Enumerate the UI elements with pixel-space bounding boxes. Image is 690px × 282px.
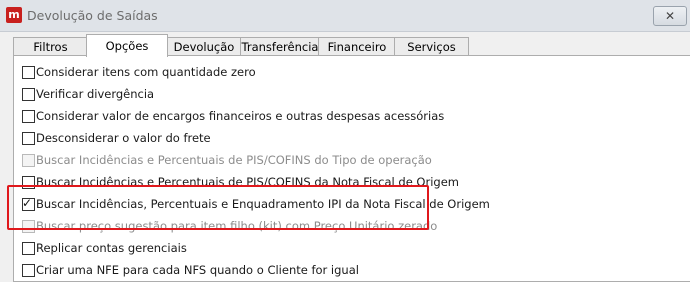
tab-financeiro[interactable]: Financeiro: [318, 37, 396, 56]
checkbox[interactable]: [22, 88, 35, 101]
option-label: Buscar Incidências e Percentuais de PIS/…: [36, 153, 432, 167]
option-label: Considerar itens com quantidade zero: [36, 65, 256, 79]
checkbox[interactable]: [22, 110, 35, 123]
option-label: Replicar contas gerenciais: [36, 241, 187, 255]
tab-opcoes[interactable]: Opções: [86, 34, 168, 57]
checkbox[interactable]: [22, 132, 35, 145]
checkbox[interactable]: [22, 264, 35, 277]
close-button[interactable]: ✕: [653, 6, 687, 26]
app-logo-icon: m: [6, 7, 22, 23]
checkbox[interactable]: [22, 66, 35, 79]
title-bar: m Devolução de Saídas ✕: [0, 0, 690, 32]
tab-transferencia[interactable]: Transferência: [240, 37, 320, 56]
checkbox[interactable]: [22, 242, 35, 255]
option-label: Desconsiderar o valor do frete: [36, 131, 211, 145]
window-title: Devolução de Saídas: [27, 8, 158, 23]
tab-filtros[interactable]: Filtros: [13, 37, 88, 56]
option-label: Verificar divergência: [36, 87, 155, 101]
highlight-box: [7, 185, 429, 230]
tab-servicos[interactable]: Serviços: [394, 37, 469, 56]
option-label: Considerar valor de encargos financeiros…: [36, 109, 445, 123]
checkbox: [22, 154, 35, 167]
tab-devolucao[interactable]: Devolução: [166, 37, 242, 56]
tab-bar: Filtros Opções Devolução Transferência F…: [13, 34, 690, 57]
